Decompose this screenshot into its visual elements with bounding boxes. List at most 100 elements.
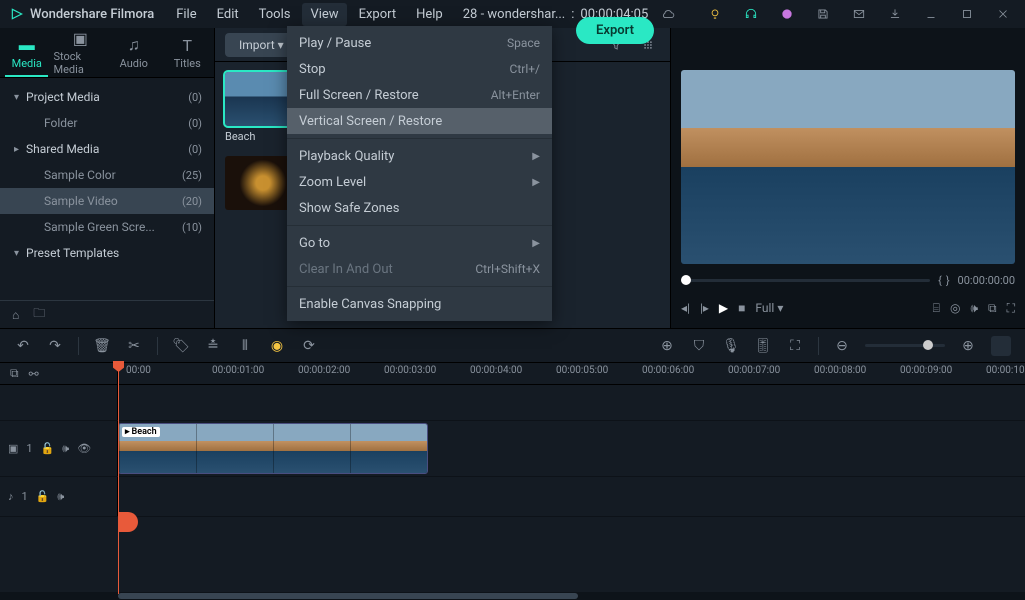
audio-track-lane[interactable]: [118, 477, 1025, 516]
cut-icon[interactable]: ✂: [125, 337, 143, 355]
menu-item[interactable]: Enable Canvas Snapping: [287, 291, 552, 317]
menu-item-label: Stop: [299, 62, 510, 77]
timeline-toolbar: ↶ ↷ 🗑 ✂ 🏷 ≛ ⦀ ◉ ⟳ ⊕ ⛉ 🎙 🎚 ⛶ ⊖ ⊕: [0, 329, 1025, 363]
scrollbar-thumb[interactable]: [118, 593, 578, 599]
link-icon[interactable]: ⚯: [29, 367, 39, 381]
close-icon[interactable]: [987, 0, 1019, 28]
cloud-icon[interactable]: [652, 0, 684, 28]
tree-label: Project Media: [26, 90, 188, 104]
shield-icon[interactable]: ⛉: [690, 337, 708, 355]
tree-count: (20): [182, 195, 202, 208]
menu-tools[interactable]: Tools: [251, 3, 299, 26]
lightbulb-icon[interactable]: [699, 0, 731, 28]
color-icon[interactable]: ◉: [268, 337, 286, 355]
markers-box[interactable]: [991, 336, 1011, 356]
tree-row[interactable]: ▸Shared Media(0): [0, 136, 214, 162]
tree-row[interactable]: Sample Color(25): [0, 162, 214, 188]
step-back-icon[interactable]: ◂|: [681, 301, 690, 315]
stop-icon[interactable]: ■: [738, 301, 745, 315]
undo-icon[interactable]: ↶: [14, 337, 32, 355]
timeline-scrollbar[interactable]: [0, 592, 1025, 600]
zoom-out-icon[interactable]: ⊖: [833, 337, 851, 355]
copy-icon[interactable]: ⧉: [988, 301, 997, 316]
menu-item[interactable]: Vertical Screen / Restore: [287, 108, 552, 134]
fit-dropdown[interactable]: Full ▾: [755, 301, 783, 315]
new-folder-icon[interactable]: 🗀: [33, 304, 45, 325]
menu-item[interactable]: StopCtrl+/: [287, 56, 552, 82]
tag-icon[interactable]: 🏷: [172, 337, 190, 355]
menu-edit[interactable]: Edit: [209, 3, 247, 26]
zoom-in-icon[interactable]: ⊕: [959, 337, 977, 355]
tab-titles[interactable]: TTitles: [161, 28, 215, 77]
caret-icon: ▾: [14, 248, 26, 259]
timeline-clip-beach[interactable]: ▸ Beach: [118, 423, 428, 474]
play-icon[interactable]: ▶: [719, 301, 728, 315]
download-icon[interactable]: [879, 0, 911, 28]
preview-viewport[interactable]: [681, 70, 1015, 264]
menu-item[interactable]: Show Safe Zones: [287, 195, 552, 221]
view-dropdown: Play / PauseSpaceStopCtrl+/Full Screen /…: [287, 26, 552, 321]
menu-item[interactable]: Playback Quality▶: [287, 143, 552, 169]
fullscreen-icon[interactable]: ⛶: [1007, 301, 1015, 316]
menu-help[interactable]: Help: [408, 3, 451, 26]
speed-icon[interactable]: ⟳: [300, 337, 318, 355]
tree-row[interactable]: Sample Video(20): [0, 188, 214, 214]
copy-icon[interactable]: ⧉: [10, 366, 19, 381]
delete-icon[interactable]: 🗑: [93, 337, 111, 355]
scrub-handle[interactable]: [681, 275, 691, 285]
audio-track-1: ♪1 🔓 🕪: [0, 477, 1025, 517]
redo-icon[interactable]: ↷: [46, 337, 64, 355]
menu-item-label: Clear In And Out: [299, 262, 475, 277]
crop-icon[interactable]: ⛶: [786, 337, 804, 355]
step-fwd-icon[interactable]: |▸: [700, 301, 709, 315]
menu-item[interactable]: Zoom Level▶: [287, 169, 552, 195]
scrub-track[interactable]: [681, 279, 930, 282]
zoom-slider[interactable]: [865, 344, 945, 347]
volume-icon[interactable]: 🕪: [970, 301, 978, 316]
minimize-icon[interactable]: [915, 0, 947, 28]
menu-item[interactable]: Go to▶: [287, 230, 552, 256]
profile-icon[interactable]: [771, 0, 803, 28]
image-icon: ▣: [73, 29, 88, 48]
mic-icon[interactable]: 🎙: [722, 337, 740, 355]
folder-icon: ▬: [19, 35, 35, 55]
video-track-lane[interactable]: ▸ Beach: [118, 421, 1025, 476]
zoom-handle[interactable]: [923, 340, 933, 350]
mixer-icon[interactable]: 🎚: [754, 337, 772, 355]
mail-icon[interactable]: [843, 0, 875, 28]
adjust-icon[interactable]: ≛: [204, 337, 222, 355]
home-icon[interactable]: ⌂: [12, 308, 19, 322]
tab-audio[interactable]: ♫Audio: [107, 28, 161, 77]
lock-icon[interactable]: 🔓: [36, 490, 50, 503]
maximize-icon[interactable]: [951, 0, 983, 28]
menu-item[interactable]: Full Screen / RestoreAlt+Enter: [287, 82, 552, 108]
mute-icon[interactable]: 🕪: [57, 490, 64, 504]
tree-label: Sample Green Scre...: [44, 220, 182, 234]
menu-shortcut: Ctrl+Shift+X: [475, 262, 540, 276]
tab-media[interactable]: ▬Media: [0, 28, 54, 77]
tree-row[interactable]: ▾Preset Templates: [0, 240, 214, 266]
snapshot-icon[interactable]: ◎: [950, 301, 960, 315]
export-button[interactable]: Export: [576, 17, 654, 44]
menu-export[interactable]: Export: [351, 3, 405, 26]
menu-view[interactable]: View: [302, 3, 346, 26]
tree-row[interactable]: ▾Project Media(0): [0, 84, 214, 110]
tab-stock-media[interactable]: ▣Stock Media: [54, 28, 108, 77]
tree-row[interactable]: Folder(0): [0, 110, 214, 136]
headphones-icon[interactable]: [735, 0, 767, 28]
timeline-ruler[interactable]: 00:0000:00:01:0000:00:02:0000:00:03:0000…: [118, 363, 1025, 384]
text-icon: T: [182, 36, 192, 55]
save-icon[interactable]: [807, 0, 839, 28]
lock-icon[interactable]: 🔓: [41, 442, 55, 455]
tree-count: (10): [182, 221, 202, 234]
music-icon: ♫: [128, 35, 140, 55]
equalizer-icon[interactable]: ⦀: [236, 337, 254, 355]
menu-file[interactable]: File: [168, 3, 204, 26]
display-icon[interactable]: ⌸: [933, 301, 940, 316]
mute-icon[interactable]: 🕪: [62, 442, 69, 456]
tree-row[interactable]: Sample Green Scre...(10): [0, 214, 214, 240]
playhead[interactable]: [118, 363, 119, 594]
eye-icon[interactable]: 👁: [77, 442, 91, 455]
marker-icon[interactable]: ⊕: [658, 337, 676, 355]
menu-item[interactable]: Play / PauseSpace: [287, 30, 552, 56]
